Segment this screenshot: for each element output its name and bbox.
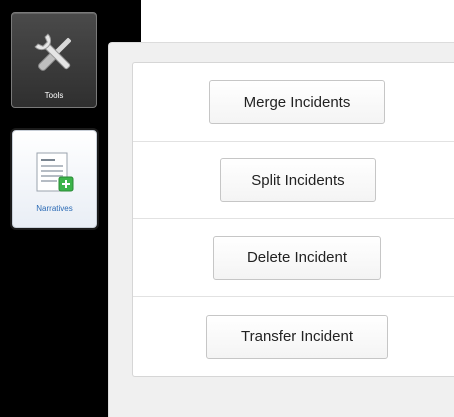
- split-incidents-button[interactable]: Split Incidents: [220, 158, 376, 202]
- incident-actions-list: Merge Incidents Split Incidents Delete I…: [132, 62, 454, 377]
- sidebar-item-label: Narratives: [36, 204, 73, 213]
- narratives-icon: [35, 151, 79, 199]
- list-item: Merge Incidents: [133, 63, 454, 141]
- list-item: Delete Incident: [133, 218, 454, 296]
- sidebar-item-label: Tools: [44, 91, 64, 100]
- delete-incident-button[interactable]: Delete Incident: [213, 235, 381, 280]
- list-item: Split Incidents: [133, 141, 454, 218]
- list-item: Transfer Incident: [133, 296, 454, 376]
- sidebar-item-tools[interactable]: Tools: [11, 12, 97, 108]
- app-window: Tools Narratives Merge Incidents Split I: [0, 0, 454, 417]
- transfer-incident-button[interactable]: Transfer Incident: [206, 314, 388, 359]
- tools-icon: [32, 31, 78, 77]
- merge-incidents-button[interactable]: Merge Incidents: [209, 80, 385, 124]
- sidebar-item-narratives[interactable]: Narratives: [12, 130, 97, 228]
